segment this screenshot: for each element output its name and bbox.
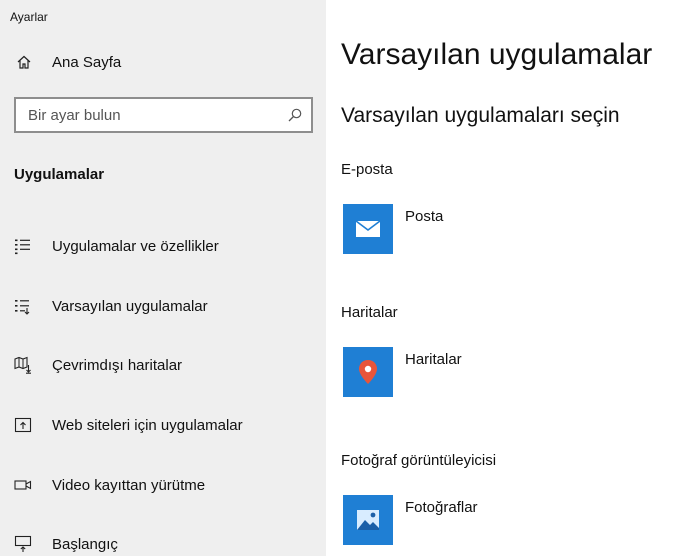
app-name: Fotoğraflar [405,499,478,516]
mail-icon [355,220,381,237]
search-input[interactable] [28,105,278,125]
mail-tile [343,204,393,254]
sidebar-item-label: Başlangıç [52,535,118,553]
maps-tile [343,347,393,397]
main-content: Varsayılan uygulamalar Varsayılan uygula… [326,0,675,556]
category-label-email: E-posta [341,161,393,178]
settings-search-box[interactable] [14,97,313,133]
sidebar-item-label: Video kayıttan yürütme [52,476,206,494]
home-icon [17,55,31,69]
maps-pin-icon [359,360,377,384]
window-title: Ayarlar [10,10,48,24]
section-title: Uygulamalar [14,166,105,183]
sidebar-item-offline-maps[interactable]: Çevrimdışı haritalar [14,353,182,377]
offline-maps-icon [14,356,31,374]
page-subtitle: Varsayılan uygulamaları seçin [341,104,620,127]
category-label-photo-viewer: Fotoğraf görüntüleyicisi [341,452,497,469]
app-name: Posta [405,208,444,225]
category-label-maps: Haritalar [341,304,398,321]
photos-tile [343,495,393,545]
sidebar-item-default-apps[interactable]: Varsayılan uygulamalar [14,294,208,318]
search-icon[interactable] [287,107,303,123]
home-nav-item[interactable]: Ana Sayfa [16,50,121,74]
video-playback-icon [14,480,32,490]
sidebar-item-label: Çevrimdışı haritalar [52,356,183,374]
sidebar-item-label: Varsayılan uygulamalar [52,297,208,315]
sidebar-item-video-playback[interactable]: Video kayıttan yürütme [14,473,205,497]
sidebar-item-startup[interactable]: Başlangıç [14,532,118,556]
photos-icon [357,510,379,530]
default-apps-icon [15,300,30,315]
sidebar-item-apps-features[interactable]: Uygulamalar ve özellikler [14,234,219,258]
default-app-maps[interactable]: Haritalar [343,347,462,397]
default-app-photo-viewer[interactable]: Fotoğraflar [343,495,478,545]
default-app-email[interactable]: Posta [343,204,443,254]
sidebar-item-label: Uygulamalar ve özellikler [52,237,219,255]
apps-for-websites-icon [14,417,32,433]
page-title: Varsayılan uygulamalar [341,38,653,71]
sidebar-item-label: Web siteleri için uygulamalar [52,416,243,434]
startup-icon [14,535,32,552]
app-name: Haritalar [405,351,462,368]
sidebar-item-apps-for-websites[interactable]: Web siteleri için uygulamalar [14,413,243,437]
apps-features-icon [15,239,30,255]
sidebar: Ayarlar Ana Sayfa Uygulamalar Uygulamala… [0,0,326,556]
home-label: Ana Sayfa [52,53,122,71]
